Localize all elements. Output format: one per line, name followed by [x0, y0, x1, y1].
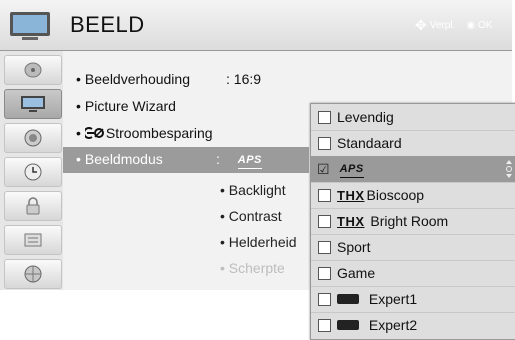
sidebar-item-lock[interactable] [4, 191, 62, 221]
aps-logo: APS [237, 154, 262, 170]
option-thx-cinema[interactable]: THX Bioscoop [311, 182, 515, 209]
menu-item-value: : APS [216, 151, 262, 170]
option-sport[interactable]: Sport [311, 234, 515, 261]
menu-item-picture-mode[interactable]: • Beeldmodus : APS [76, 151, 262, 170]
sidebar-item-audio[interactable] [4, 123, 62, 153]
satellite-dish-icon [24, 62, 42, 78]
thx-logo: THX [337, 213, 365, 229]
submenu-brightness[interactable]: • Helderheid [220, 234, 297, 250]
isf-logo [337, 320, 359, 330]
aps-logo: APS [339, 163, 364, 178]
clock-icon [24, 163, 42, 181]
page-title: BEELD [70, 12, 145, 37]
checkbox-icon [318, 110, 331, 124]
picture-tv-icon [10, 12, 50, 40]
thx-logo: THX [337, 187, 365, 203]
menu-header: BEELD ✥ Verpl. ◉ OK [0, 0, 512, 51]
picture-tv-icon [21, 96, 45, 112]
menu-item-value: : 16:9 [226, 71, 262, 87]
option-game[interactable]: Game [311, 260, 515, 287]
sidebar-item-channels[interactable] [4, 55, 62, 85]
option-expert2[interactable]: Expert2 [311, 312, 515, 338]
checkbox-icon [318, 266, 331, 280]
menu-item-label: Beeldmodus [84, 151, 163, 167]
network-globe-icon [24, 265, 42, 283]
navigation-hint: ✥ Verpl. ◉ OK [415, 17, 493, 34]
checkbox-icon [318, 240, 331, 254]
option-expert1[interactable]: Expert1 [311, 286, 515, 313]
ok-icon: ◉ [466, 20, 476, 31]
submenu-contrast[interactable]: • Contrast [220, 208, 282, 224]
checkbox-icon [318, 214, 331, 228]
submenu-sharpness: • Scherpte [220, 260, 285, 276]
sidebar-item-options[interactable] [4, 225, 62, 255]
checkbox-icon [318, 188, 331, 202]
menu-item-label: Beeldverhouding [84, 71, 190, 87]
menu-item-label: Picture Wizard [84, 98, 176, 114]
speaker-icon [24, 129, 42, 147]
option-standaard[interactable]: Standaard [311, 130, 515, 157]
category-sidebar [0, 51, 63, 290]
option-levendig[interactable]: Levendig [311, 104, 515, 131]
hint-ok-label: OK [478, 20, 493, 31]
checked-checkbox-icon: ☑ [317, 160, 330, 177]
sidebar-item-time[interactable] [4, 157, 62, 187]
menu-item-picture-wizard[interactable]: • Picture Wizard [76, 98, 176, 114]
option-aps[interactable]: ☑ APS [311, 156, 515, 183]
energy-saving-icon [82, 127, 104, 139]
lock-icon [26, 197, 40, 215]
options-icon [24, 233, 42, 247]
menu-item-aspect-ratio[interactable]: • Beeldverhouding : 16:9 [76, 71, 261, 87]
checkbox-icon [318, 136, 331, 150]
menu-item-energy-saving[interactable]: • Stroombesparing [76, 125, 213, 141]
sidebar-item-picture[interactable] [4, 89, 62, 119]
menu-item-picture-mode-highlight[interactable]: • Beeldmodus : APS [63, 147, 309, 173]
hint-move-label: Verpl. [429, 20, 456, 31]
option-thx-bright-room[interactable]: THX Bright Room [311, 208, 515, 235]
checkbox-icon [318, 292, 331, 306]
checkbox-icon [318, 318, 331, 332]
sidebar-item-network[interactable] [4, 259, 62, 289]
menu-item-label: Stroombesparing [105, 125, 213, 141]
dpad-icon: ✥ [415, 17, 427, 33]
picture-mode-dropdown[interactable]: Levendig Standaard ☑ APS THX Bioscoop TH… [310, 103, 515, 340]
isf-logo [337, 294, 359, 304]
submenu-backlight[interactable]: • Backlight [220, 182, 286, 198]
scroll-indicator-icon [506, 160, 512, 178]
